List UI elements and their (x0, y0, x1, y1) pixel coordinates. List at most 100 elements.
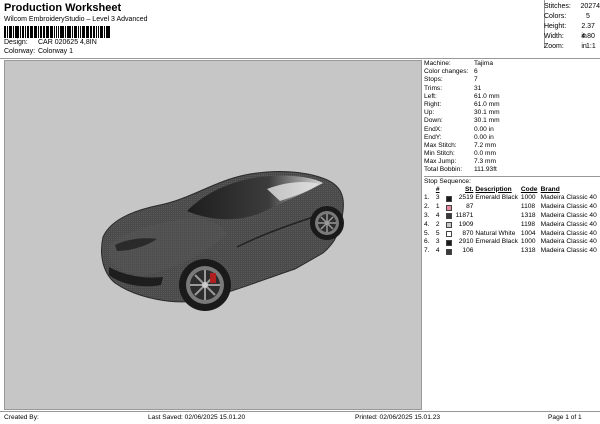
machine-info-value: 0.0 mm (474, 150, 496, 158)
barcode (4, 26, 404, 38)
needle-number: 4 (435, 212, 440, 220)
page-title: Production Worksheet (4, 2, 122, 14)
needle-number: 5 (435, 229, 440, 237)
stop-sequence-header: # St. Description Code Brand (424, 186, 600, 195)
stop-index: 2. (424, 203, 430, 211)
barcode-bar (86, 26, 90, 38)
summary-label: Colors: (544, 13, 567, 20)
needle-number: 3 (435, 238, 440, 246)
header-rule (0, 58, 600, 59)
machine-info-row: Max Jump: 7.3 mm (424, 158, 600, 166)
machine-info-value: 30.1 mm (474, 109, 500, 117)
barcode-bar (64, 26, 66, 38)
colorway-label: Colorway: (4, 48, 36, 55)
worksheet-footer: Created By: Last Saved: 02/06/2025 15.01… (0, 412, 600, 424)
stitch-count: 2519 (458, 194, 474, 202)
stop-row: 4. 2 1909 1198 Madeira Classic 40 (424, 221, 600, 230)
design-label: Design: (4, 39, 28, 46)
machine-info-value: 0.00 in (474, 133, 494, 141)
summary-value: 20274 (580, 3, 600, 10)
front-wheel (179, 259, 231, 311)
stop-row: 3. 4 11871 1318 Madeira Classic 40 (424, 212, 600, 221)
stitch-count: 1909 (458, 220, 474, 228)
machine-info-label: Right: (424, 100, 442, 108)
stop-row: 7. 4 106 1318 Madeira Classic 40 (424, 247, 600, 256)
thread-description (475, 203, 520, 212)
stop-index: 3. (424, 212, 430, 220)
header-brand: Brand (540, 185, 560, 193)
needle-number: 2 (435, 220, 440, 228)
machine-info-row: Min Stitch: 0.0 mm (424, 150, 600, 158)
thread-description: Natural White (475, 229, 516, 237)
summary-row: Zoom: 1:1 (544, 42, 600, 52)
machine-info-label: Min Stitch: (424, 150, 455, 158)
colorway-value: Colorway 1 (38, 48, 74, 55)
color-swatch-cell (445, 238, 454, 247)
machine-info-label: Color changes: (424, 68, 469, 76)
summary-row: Stitches: 20274 (544, 2, 600, 12)
page-number: Page 1 of 1 (548, 414, 582, 421)
machine-info-row: Down: 30.1 mm (424, 117, 600, 125)
barcode-bar (44, 26, 46, 38)
summary-row: Height: 2.37 in (544, 22, 600, 40)
color-swatch-cell (445, 230, 454, 239)
barcode-bar (97, 26, 99, 38)
thread-description (475, 212, 520, 221)
thread-code: 1000 (520, 238, 536, 246)
color-swatch-cell (445, 194, 454, 203)
thread-code: 1318 (520, 247, 536, 255)
machine-info-label: Down: (424, 117, 443, 125)
machine-info-list: Machine: Tajima Color changes: 6 Stops: 7 Trim… (424, 60, 600, 175)
machine-info-label: Trims: (424, 84, 443, 92)
created-by: Created By: (4, 414, 39, 421)
machine-info-label: Max Stitch: (424, 141, 457, 149)
color-swatch-cell (445, 203, 454, 212)
summary-label: Stitches: (544, 3, 571, 10)
barcode-bar (105, 26, 109, 38)
machine-info-row: Left: 61.0 mm (424, 93, 600, 101)
printed-date: Printed: 02/06/2025 15.01.23 (355, 414, 441, 421)
summary-value: 4.80 in (581, 33, 595, 50)
stop-sequence-table: 1. 3 2519 Emerald Black 1000 Madeira Classic … (424, 194, 600, 256)
machine-info-value: 6 (474, 68, 478, 76)
color-swatch (445, 204, 452, 211)
design-summary: Stitches: 20274 Colors: 5 Height: 2.37 in Widt… (544, 2, 600, 52)
machine-info-label: Total Bobbin: (424, 166, 463, 174)
stop-sequence-title: Stop Sequence: (424, 177, 471, 185)
color-swatch (445, 222, 452, 229)
barcode-bar (37, 26, 39, 38)
thread-brand: Madeira Classic 40 (540, 194, 597, 202)
stop-index: 1. (424, 194, 430, 202)
stitch-count: 2910 (458, 238, 474, 246)
header-swatch (446, 186, 454, 195)
software-subtitle: Wilcom EmbroideryStudio – Level 3 Advanc… (4, 16, 148, 23)
thread-brand: Madeira Classic 40 (540, 238, 597, 246)
color-swatch (445, 239, 452, 246)
thread-description: Emerald Black (475, 194, 518, 202)
needle-number: 3 (435, 194, 440, 202)
stitch-count: 11871 (455, 212, 474, 220)
stop-row: 2. 1 87 1108 Madeira Classic 40 (424, 203, 600, 212)
machine-info-row: Machine: Tajima (424, 60, 600, 68)
barcode-bar (78, 26, 80, 38)
barcode-bar (91, 26, 93, 38)
barcode-bar (103, 26, 105, 38)
machine-info-value: Tajima (474, 60, 494, 67)
machine-info-value: 61.0 mm (474, 92, 500, 100)
summary-row: Colors: 5 (544, 12, 600, 22)
colorway-row: Colorway: Colorway 1 (4, 47, 404, 56)
thread-code: 1108 (520, 203, 536, 211)
barcode-bar (84, 26, 86, 38)
barcode-bar (29, 26, 33, 38)
stop-index: 5. (424, 229, 430, 237)
machine-info-row: Trims: 31 (424, 85, 600, 93)
machine-info-label: Left: (424, 92, 437, 100)
color-swatch (445, 213, 452, 220)
summary-label: Width: (544, 33, 564, 40)
rear-wheel (310, 206, 344, 240)
machine-info-row: Max Stitch: 7.2 mm (424, 142, 600, 150)
barcode-bar (24, 26, 26, 38)
summary-label: Zoom: (544, 43, 564, 50)
thread-code: 1000 (520, 194, 536, 202)
thread-code: 1318 (520, 212, 536, 220)
